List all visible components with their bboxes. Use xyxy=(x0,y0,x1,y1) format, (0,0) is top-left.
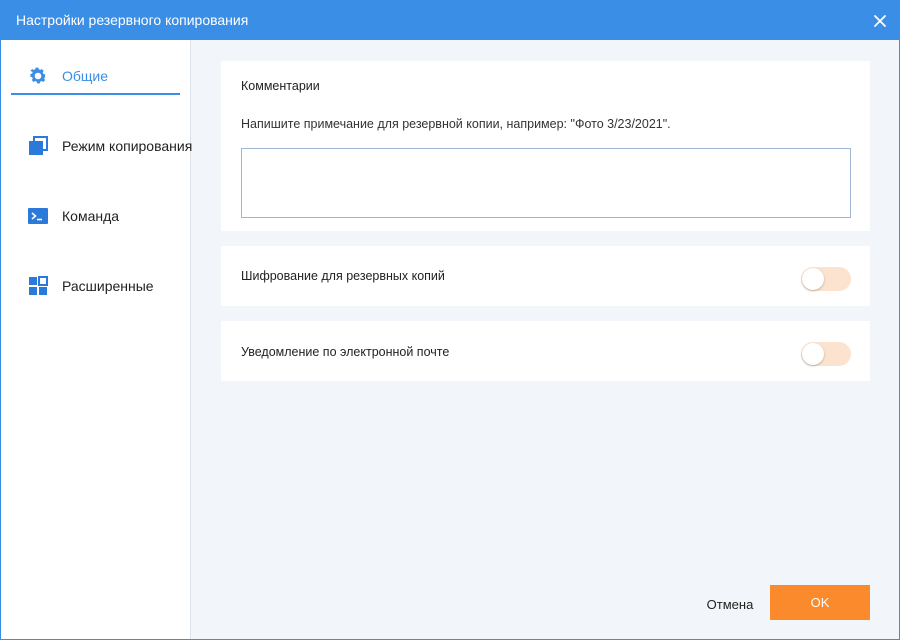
sidebar: Общие Режим копирования Команда Расширен… xyxy=(1,40,193,639)
sidebar-item-label: Расширенные xyxy=(62,278,154,294)
sidebar-item-command[interactable]: Команда xyxy=(11,198,191,234)
sidebar-item-label: Команда xyxy=(62,208,120,224)
encryption-section: Шифрование для резервных копий xyxy=(221,246,870,306)
email-notification-section: Уведомление по электронной почте xyxy=(221,321,870,381)
sidebar-item-label: Режим копирования xyxy=(62,138,193,154)
toggle-knob xyxy=(802,268,824,290)
copy-mode-icon xyxy=(27,135,49,157)
terminal-icon xyxy=(27,205,49,227)
title-bar: Настройки резервного копирования xyxy=(1,1,899,40)
backup-settings-window: Настройки резервного копирования Общие Р… xyxy=(0,0,900,640)
grid-icon xyxy=(27,275,49,297)
email-notification-label: Уведомление по электронной почте xyxy=(241,345,450,359)
ok-button[interactable]: OK xyxy=(770,585,870,620)
close-icon xyxy=(874,15,886,27)
encryption-label: Шифрование для резервных копий xyxy=(241,269,445,283)
sidebar-item-general[interactable]: Общие xyxy=(11,58,191,95)
close-button[interactable] xyxy=(869,10,891,32)
comments-title: Комментарии xyxy=(241,79,320,93)
cancel-button[interactable]: Отмена xyxy=(701,595,759,613)
comments-section: Комментарии Напишите примечание для резе… xyxy=(221,61,870,231)
comment-input[interactable] xyxy=(241,148,851,218)
sidebar-item-copy-mode[interactable]: Режим копирования xyxy=(11,128,193,164)
sidebar-item-advanced[interactable]: Расширенные xyxy=(11,268,191,304)
window-title: Настройки резервного копирования xyxy=(16,12,249,28)
gear-icon xyxy=(27,65,49,87)
encryption-toggle[interactable] xyxy=(801,267,851,291)
sidebar-item-label: Общие xyxy=(62,68,109,84)
email-notification-toggle[interactable] xyxy=(801,342,851,366)
toggle-knob xyxy=(802,343,824,365)
comments-hint: Напишите примечание для резервной копии,… xyxy=(241,117,671,131)
